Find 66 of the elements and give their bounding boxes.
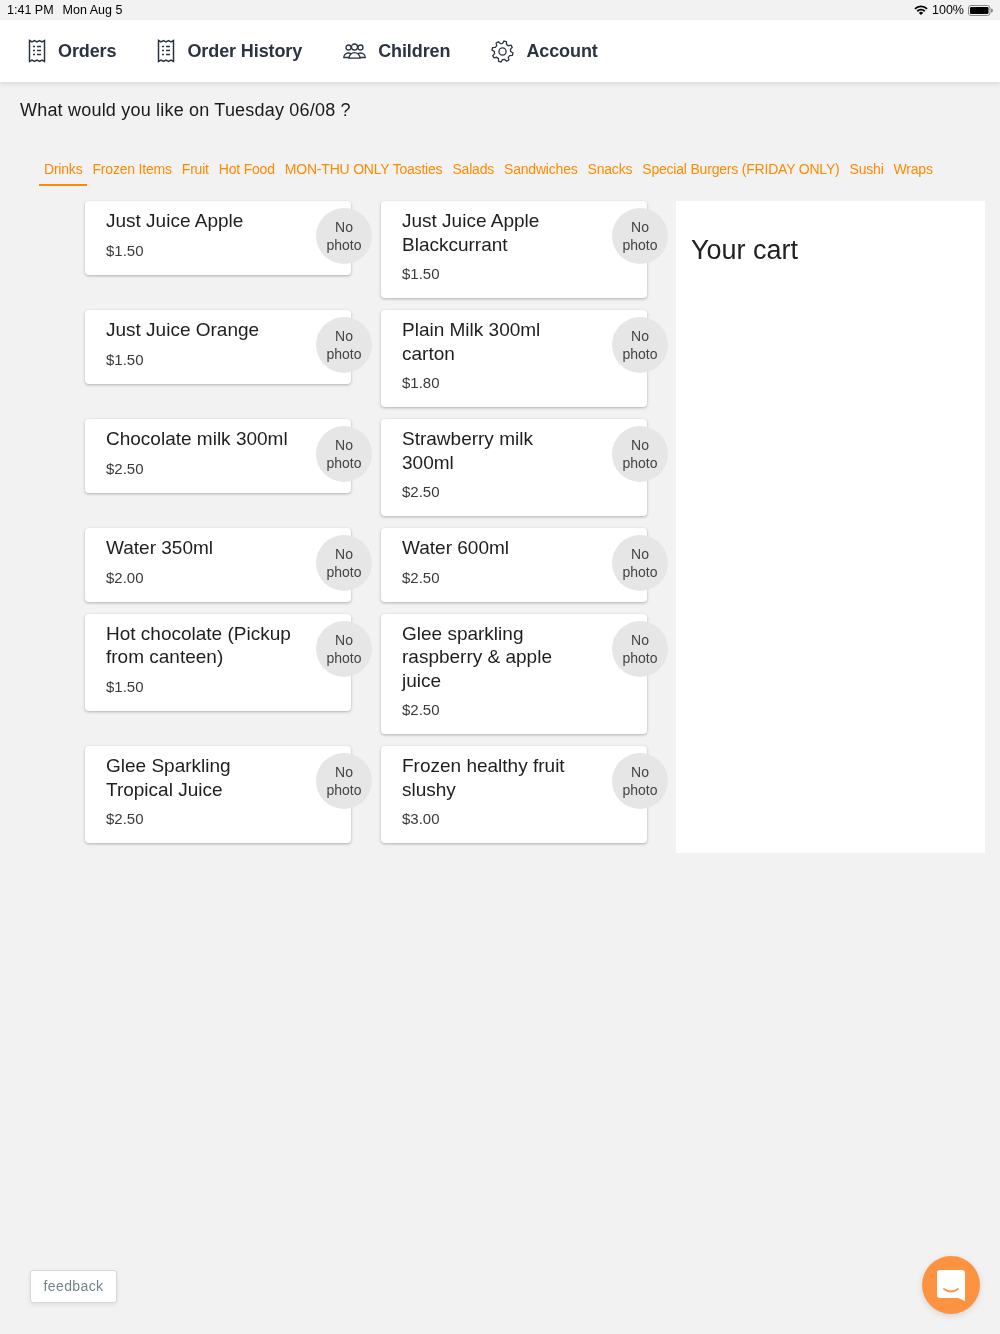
- product-name: Water 600ml: [402, 536, 510, 560]
- nav-link[interactable]: Children: [343, 40, 451, 62]
- no-photo-badge: No photo: [316, 620, 372, 677]
- product-price: $2.50: [402, 567, 440, 587]
- product-name: Plain Milk 300ml carton: [402, 318, 542, 365]
- no-photo-badge: No photo: [612, 753, 668, 809]
- nav-link[interactable]: Order History: [157, 39, 303, 63]
- no-photo-badge: No photo: [612, 426, 668, 482]
- no-photo-badge: No photo: [316, 208, 372, 264]
- product-name: Just Juice Orange: [106, 318, 261, 342]
- battery-percentage: 100%: [932, 3, 964, 17]
- nav-link[interactable]: Orders: [28, 39, 117, 63]
- status-time: 1:41 PM: [7, 3, 54, 17]
- product-price: $2.50: [402, 482, 440, 501]
- receipt-icon: [28, 39, 46, 63]
- product-card[interactable]: Water 350ml $2.00 No photo: [85, 528, 372, 602]
- no-photo-badge: No photo: [316, 535, 372, 591]
- product-card[interactable]: Just Juice Orange $1.50 No photo: [85, 310, 372, 384]
- people-icon: [343, 43, 367, 59]
- settings-icon: [491, 39, 515, 63]
- product-card[interactable]: Chocolate milk 300ml $2.50 No photo: [85, 419, 372, 493]
- product-name: Glee Sparkling Tropical Juice: [106, 754, 232, 801]
- product-card[interactable]: Just Juice Apple $1.50 No photo: [85, 201, 372, 275]
- no-photo-badge: No photo: [612, 208, 668, 264]
- product-price: $2.50: [106, 458, 144, 478]
- product-price: $1.50: [106, 240, 144, 260]
- no-photo-badge: No photo: [316, 426, 372, 482]
- product-name: Just Juice Apple Blackcurrant: [402, 209, 541, 256]
- product-name: Just Juice Apple: [106, 209, 245, 233]
- product-card[interactable]: Glee sparkling raspberry & apple juice $2.50 No photo: [381, 613, 668, 734]
- nav-link[interactable]: Account: [491, 39, 598, 63]
- chat-button[interactable]: [922, 1256, 980, 1314]
- product-name: Water 350ml: [106, 536, 214, 560]
- product-card[interactable]: Strawberry milk 300ml $2.50 No photo: [381, 419, 668, 516]
- product-name: Frozen healthy fruit slushy: [402, 754, 566, 801]
- product-name: Strawberry milk 300ml: [402, 427, 534, 474]
- product-price: $1.50: [106, 349, 144, 369]
- product-card[interactable]: Just Juice Apple Blackcurrant $1.50 No photo: [381, 201, 668, 298]
- product-price: $1.80: [402, 373, 440, 392]
- no-photo-badge: No photo: [316, 753, 372, 809]
- product-price: $1.50: [402, 264, 440, 283]
- receipt-icon: [157, 39, 176, 63]
- product-name: Hot chocolate (Pickup from canteen): [106, 621, 292, 669]
- product-name: Chocolate milk 300ml: [106, 427, 289, 451]
- wifi-icon: [914, 5, 928, 15]
- status-date: Mon Aug 5: [62, 3, 123, 17]
- no-photo-badge: No photo: [316, 317, 372, 373]
- no-photo-badge: No photo: [612, 317, 668, 373]
- product-card[interactable]: Plain Milk 300ml carton $1.80 No photo: [381, 310, 668, 407]
- question-heading: What would you like on Tuesday 06/08 ?: [20, 99, 351, 121]
- product-name: Glee sparkling raspberry & apple juice: [402, 621, 553, 692]
- product-price: $3.00: [402, 809, 440, 828]
- battery-icon: [968, 4, 993, 16]
- feedback-button[interactable]: feedback: [30, 1269, 117, 1303]
- product-price: $1.50: [106, 676, 144, 696]
- no-photo-badge: No photo: [612, 620, 668, 677]
- product-card[interactable]: Hot chocolate (Pickup from canteen) $1.50 No photo: [85, 613, 372, 711]
- cart-title: Your cart: [691, 234, 799, 267]
- product-card[interactable]: Water 600ml $2.50 No photo: [381, 528, 668, 602]
- product-price: $2.50: [402, 700, 440, 719]
- no-photo-badge: No photo: [612, 535, 668, 591]
- product-card[interactable]: Frozen healthy fruit slushy $3.00 No photo: [381, 746, 668, 843]
- product-price: $2.00: [106, 567, 144, 587]
- chat-bubble-icon: [937, 1269, 965, 1301]
- product-card[interactable]: Glee Sparkling Tropical Juice $2.50 No photo: [85, 746, 372, 843]
- product-price: $2.50: [106, 809, 144, 828]
